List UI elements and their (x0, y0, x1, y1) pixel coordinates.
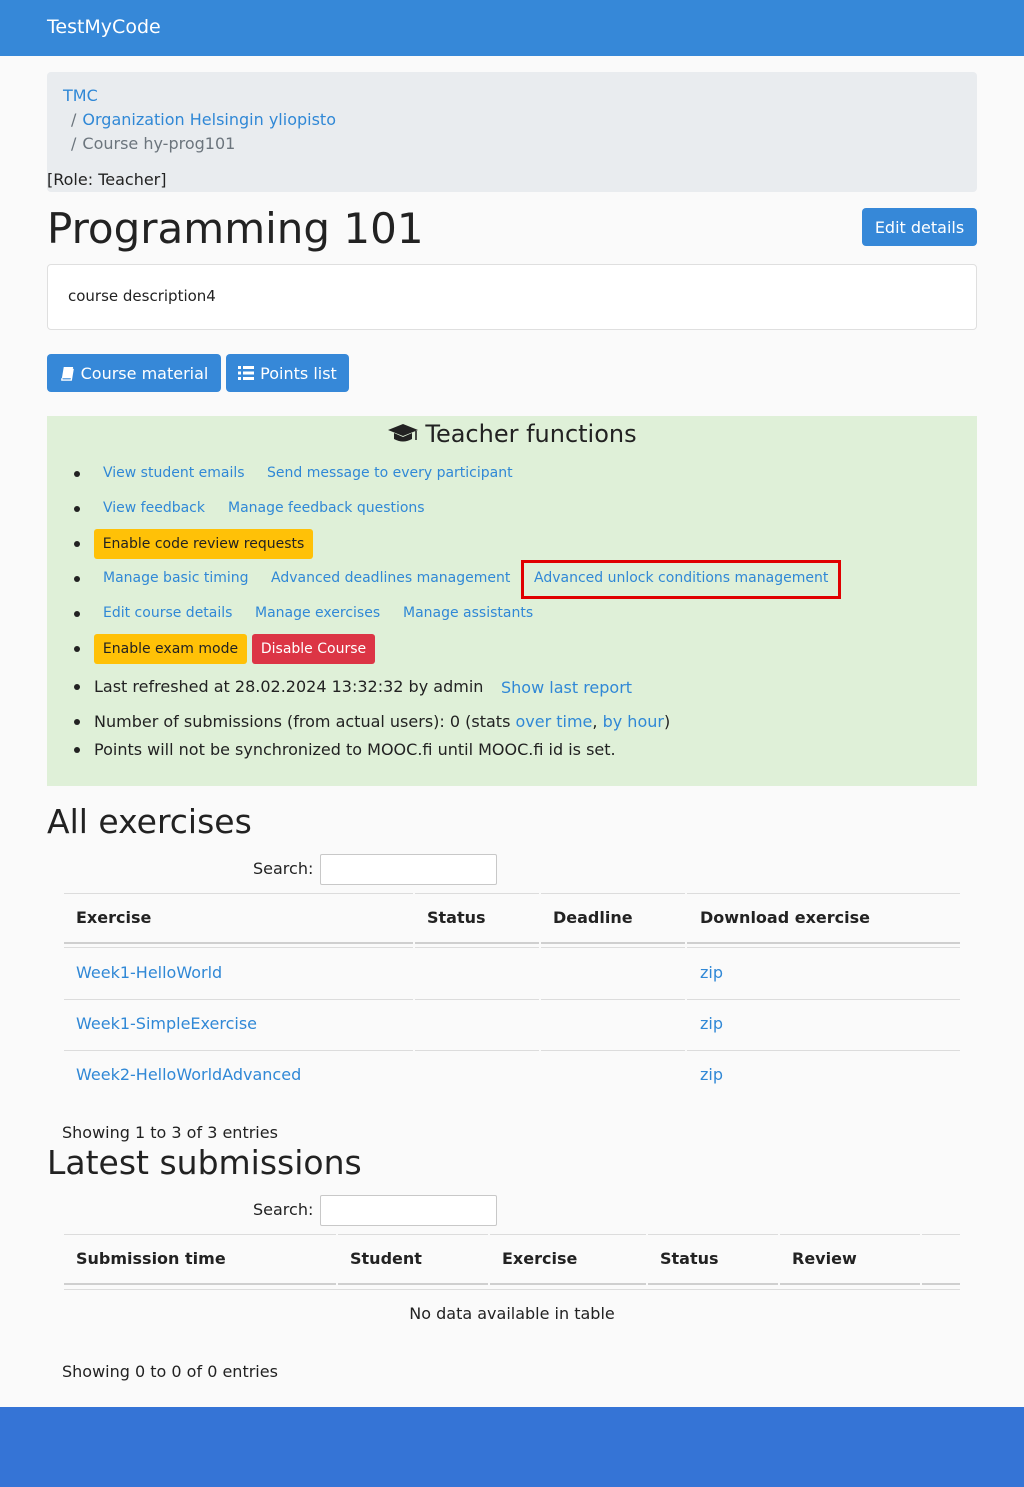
graduation-cap-icon (388, 424, 419, 442)
breadcrumb-course: Course hy-prog101 (82, 134, 236, 153)
column-divider (336, 1234, 338, 1286)
manage-basic-timing-link[interactable]: Manage basic timing (103, 570, 249, 586)
column-header-status[interactable]: Status (427, 908, 486, 927)
book-icon (60, 366, 74, 381)
list-bullet (74, 576, 80, 582)
course-description-card: course description4 (47, 264, 977, 330)
submissions-count-text: Number of submissions (from actual users… (94, 712, 670, 731)
list-bullet (74, 646, 80, 652)
stats-close-paren: ) (663, 712, 671, 731)
last-refreshed-text: Last refreshed at 28.02.2024 13:32:32 by… (94, 677, 484, 696)
send-message-link[interactable]: Send message to every participant (267, 465, 513, 481)
column-header-student[interactable]: Student (350, 1249, 422, 1268)
all-exercises-heading: All exercises (47, 802, 252, 841)
exercises-table-info: Showing 1 to 3 of 3 entries (62, 1123, 278, 1142)
list-bullet (74, 541, 80, 547)
list-bullet (74, 611, 80, 617)
column-divider (920, 1234, 922, 1286)
enable-code-review-button[interactable]: Enable code review requests (94, 529, 313, 559)
points-list-button[interactable]: Points list (226, 354, 349, 392)
view-feedback-link[interactable]: View feedback (103, 500, 205, 516)
column-header-exercise[interactable]: Exercise (502, 1249, 577, 1268)
table-border (64, 1289, 960, 1290)
points-list-label: Points list (260, 363, 337, 383)
show-last-report-link[interactable]: Show last report (501, 678, 632, 697)
breadcrumb-tmc[interactable]: TMC (63, 86, 98, 105)
teacher-functions-panel: Teacher functions View student emails Se… (47, 416, 977, 786)
breadcrumb-separator: / (71, 134, 77, 153)
column-divider (646, 1234, 648, 1286)
advanced-deadlines-link[interactable]: Advanced deadlines management (271, 570, 510, 586)
table-border (64, 1050, 960, 1051)
manage-assistants-link[interactable]: Manage assistants (403, 605, 533, 621)
course-material-button[interactable]: Course material (47, 354, 221, 392)
breadcrumb-separator: / (71, 110, 77, 129)
submissions-search-input[interactable] (320, 1195, 497, 1226)
list-bullet (74, 747, 80, 753)
table-border (64, 999, 960, 1000)
column-divider (778, 1234, 780, 1286)
enable-exam-mode-button[interactable]: Enable exam mode (94, 634, 247, 664)
list-bullet (74, 506, 80, 512)
breadcrumb-organization[interactable]: Organization Helsingin yliopisto (82, 110, 336, 129)
submissions-search-label: Search: (253, 1200, 314, 1219)
teacher-functions-heading: Teacher functions (47, 420, 977, 448)
exercises-search-label: Search: (253, 859, 314, 878)
view-student-emails-link[interactable]: View student emails (103, 465, 245, 481)
edit-course-details-link[interactable]: Edit course details (103, 605, 232, 621)
disable-course-button[interactable]: Disable Course (252, 634, 375, 664)
footer (0, 1407, 1024, 1487)
table-border (64, 1234, 960, 1235)
breadcrumb-course-item: / Course hy-prog101 (71, 134, 235, 153)
table-header-border (64, 1283, 960, 1285)
mooc-note: Points will not be synchronized to MOOC.… (94, 740, 616, 759)
column-divider (539, 893, 541, 1101)
download-zip-link[interactable]: zip (700, 1014, 723, 1033)
exercises-search-input[interactable] (320, 854, 497, 885)
column-header-exercise[interactable]: Exercise (76, 908, 151, 927)
column-header-deadline[interactable]: Deadline (553, 908, 633, 927)
teacher-functions-title: Teacher functions (425, 420, 637, 448)
breadcrumb: TMC / Organization Helsingin yliopisto / C… (47, 72, 977, 192)
column-header-status[interactable]: Status (660, 1249, 719, 1268)
navbar: TestMyCode (0, 0, 1024, 56)
download-zip-link[interactable]: zip (700, 963, 723, 982)
list-bullet (74, 471, 80, 477)
page-title: Programming 101 (47, 204, 424, 253)
stats-by-hour-link[interactable]: by hour (603, 712, 664, 731)
list-bullet (74, 719, 80, 725)
submissions-count-prefix: Number of submissions (from actual users… (94, 712, 516, 731)
submissions-table-info: Showing 0 to 0 of 0 entries (62, 1362, 278, 1381)
role-label: [Role: Teacher] (47, 170, 167, 189)
table-border (64, 947, 960, 948)
table-border (64, 893, 960, 894)
table-header-border (64, 942, 960, 944)
advanced-unlock-conditions-link[interactable]: Advanced unlock conditions management (534, 570, 828, 586)
column-divider (413, 893, 415, 1101)
stats-separator: , (592, 712, 598, 731)
exercise-name-link[interactable]: Week1-SimpleExercise (76, 1014, 257, 1033)
latest-submissions-heading: Latest submissions (47, 1143, 362, 1182)
download-zip-link[interactable]: zip (700, 1065, 723, 1084)
breadcrumb-organization-item: / Organization Helsingin yliopisto (71, 110, 336, 129)
column-header-review[interactable]: Review (792, 1249, 857, 1268)
column-header-download[interactable]: Download exercise (700, 908, 870, 927)
course-description: course description4 (68, 287, 216, 305)
column-divider (488, 1234, 490, 1286)
exercise-name-link[interactable]: Week2-HelloWorldAdvanced (76, 1065, 301, 1084)
exercise-name-link[interactable]: Week1-HelloWorld (76, 963, 222, 982)
edit-details-button[interactable]: Edit details (862, 208, 977, 246)
list-bullet (74, 684, 80, 690)
column-header-submission-time[interactable]: Submission time (76, 1249, 226, 1268)
empty-table-message: No data available in table (409, 1304, 615, 1323)
list-icon (238, 366, 255, 380)
manage-exercises-link[interactable]: Manage exercises (255, 605, 380, 621)
manage-feedback-questions-link[interactable]: Manage feedback questions (228, 500, 425, 516)
course-material-label: Course material (80, 363, 209, 383)
brand-link[interactable]: TestMyCode (47, 16, 161, 38)
column-divider (685, 893, 687, 1101)
stats-over-time-link[interactable]: over time (515, 712, 592, 731)
